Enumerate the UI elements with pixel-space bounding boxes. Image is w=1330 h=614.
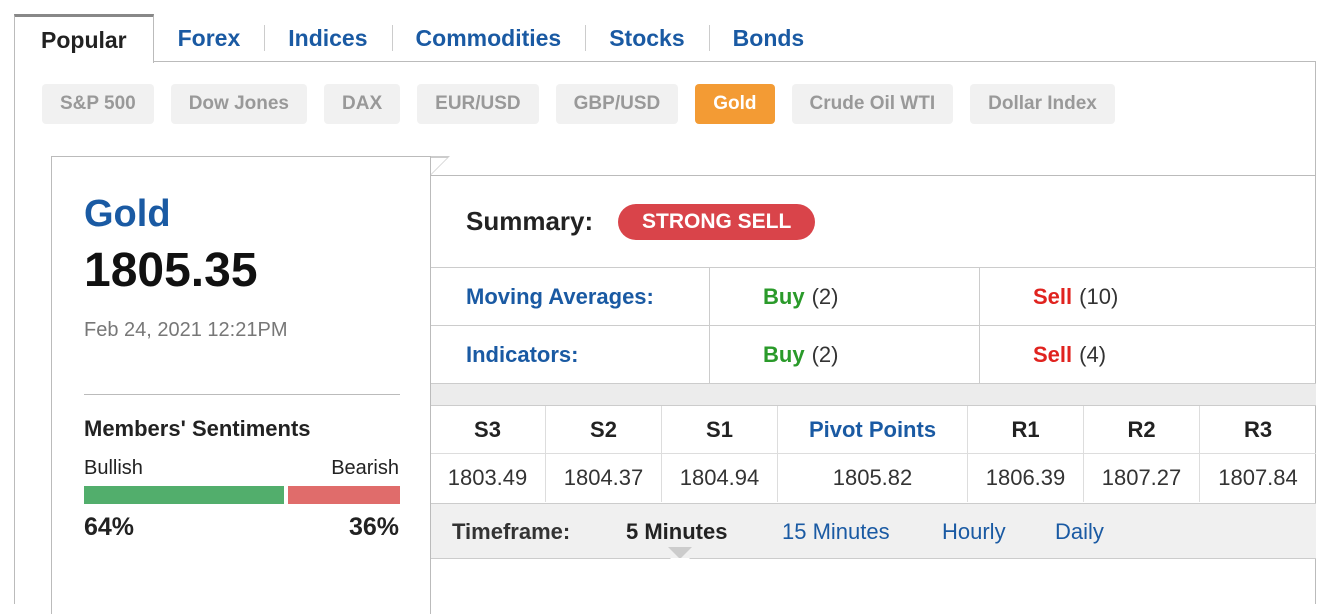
pivot-points-link[interactable]: Pivot Points [778, 406, 968, 453]
bearish-bar-fill [288, 486, 400, 504]
moving-averages-buy: Buy (2) [710, 268, 980, 326]
timeframe-15-minutes[interactable]: 15 Minutes [782, 519, 890, 545]
section-separator [430, 384, 1316, 406]
indicators-sell: Sell (4) [980, 326, 1316, 384]
bullish-label: Bullish [84, 457, 143, 479]
timeframe-label: Timeframe: [452, 519, 571, 544]
sell-count: (10) [1079, 284, 1119, 309]
sentiment-title: Members' Sentiments [84, 416, 311, 441]
bearish-label: Bearish [331, 457, 399, 479]
pivot-header-r1: R1 [968, 406, 1084, 453]
pivot-points-table: S3 S2 S1 Pivot Points R1 R2 R3 1803.49 1… [430, 406, 1316, 503]
tab-forex[interactable]: Forex [154, 14, 265, 62]
main-tabs: Popular Forex Indices Commodities Stocks… [14, 14, 829, 63]
timeframe-selector: Timeframe: 5 Minutes 15 Minutes Hourly D… [430, 503, 1316, 559]
instrument-name-link[interactable]: Gold [84, 193, 171, 236]
pivot-value-s1: 1804.94 [662, 454, 778, 502]
buy-count: (2) [811, 284, 839, 309]
pivot-value-r1: 1806.39 [968, 454, 1084, 502]
timeframe-active-caret-inner [670, 558, 690, 568]
pill-dax[interactable]: DAX [324, 84, 401, 124]
pivot-value-r2: 1807.27 [1084, 454, 1200, 502]
pivot-values-row: 1803.49 1804.37 1804.94 1805.82 1806.39 … [430, 454, 1316, 502]
pivot-header-r3: R3 [1243, 416, 1273, 442]
tab-bonds[interactable]: Bonds [708, 14, 829, 62]
tab-indices[interactable]: Indices [264, 14, 391, 62]
bearish-percent: 36% [348, 513, 399, 541]
tab-stocks[interactable]: Stocks [585, 14, 708, 62]
pill-eur-usd[interactable]: EUR/USD [417, 84, 539, 124]
divider [84, 394, 400, 395]
pivot-header-r2: R2 [1084, 406, 1200, 453]
moving-averages-sell: Sell (10) [980, 268, 1316, 326]
bullish-bar-fill [84, 486, 284, 504]
moving-averages-link[interactable]: Moving Averages: [430, 268, 710, 326]
buy-label: Buy [763, 342, 805, 367]
pivot-value-pivot: 1805.82 [778, 454, 968, 502]
pill-gbp-usd[interactable]: GBP/USD [555, 84, 679, 124]
pivot-header-s3: S3 [430, 406, 546, 453]
timeframe-5-minutes[interactable]: 5 Minutes [626, 519, 727, 545]
technical-summary-panel: Summary: STRONG SELL Moving Averages: Bu… [430, 175, 1316, 614]
timeframe-hourly[interactable]: Hourly [942, 519, 1006, 545]
pivot-value-r3: 1807.84 [1218, 465, 1298, 490]
buy-count: (2) [811, 342, 839, 367]
summary-signal-badge: STRONG SELL [618, 204, 816, 240]
timeframe-daily[interactable]: Daily [1055, 519, 1104, 545]
tab-popular[interactable]: Popular [14, 14, 154, 63]
quote-datetime: Feb 24, 2021 12:21PM [84, 319, 288, 341]
sell-label: Sell [1033, 342, 1073, 367]
indicators-buy: Buy (2) [710, 326, 980, 384]
pill-dollar-index[interactable]: Dollar Index [970, 84, 1115, 124]
pivot-value-s2: 1804.37 [546, 454, 662, 502]
instrument-pills: S&P 500 Dow Jones DAX EUR/USD GBP/USD Go… [42, 84, 1115, 124]
pill-dow-jones[interactable]: Dow Jones [170, 84, 308, 124]
indicators-row: Indicators: Buy (2) Sell (4) [430, 326, 1316, 384]
buy-label: Buy [763, 284, 805, 309]
pill-gold[interactable]: Gold [695, 84, 775, 124]
tab-commodities[interactable]: Commodities [391, 14, 586, 62]
pivot-header-s2: S2 [546, 406, 662, 453]
card-notch-inner [431, 158, 447, 174]
pivot-value-s3: 1803.49 [430, 454, 546, 502]
instrument-card: Gold 1805.35 Feb 24, 2021 12:21PM Member… [51, 156, 431, 614]
instrument-price: 1805.35 [84, 244, 258, 297]
pill-sp500[interactable]: S&P 500 [42, 84, 154, 124]
sentiment-bar [84, 486, 400, 504]
sell-label: Sell [1033, 284, 1073, 309]
summary-row: Summary: STRONG SELL [430, 176, 1316, 268]
pill-crude-oil-wti[interactable]: Crude Oil WTI [791, 84, 954, 124]
pivot-header-row: S3 S2 S1 Pivot Points R1 R2 R3 [430, 406, 1316, 454]
bullish-percent: 64% [84, 513, 135, 541]
indicators-link[interactable]: Indicators: [430, 326, 710, 384]
sell-count: (4) [1079, 342, 1107, 367]
pivot-header-s1: S1 [662, 406, 778, 453]
moving-averages-row: Moving Averages: Buy (2) Sell (10) [430, 268, 1316, 326]
summary-label: Summary: [466, 206, 594, 236]
